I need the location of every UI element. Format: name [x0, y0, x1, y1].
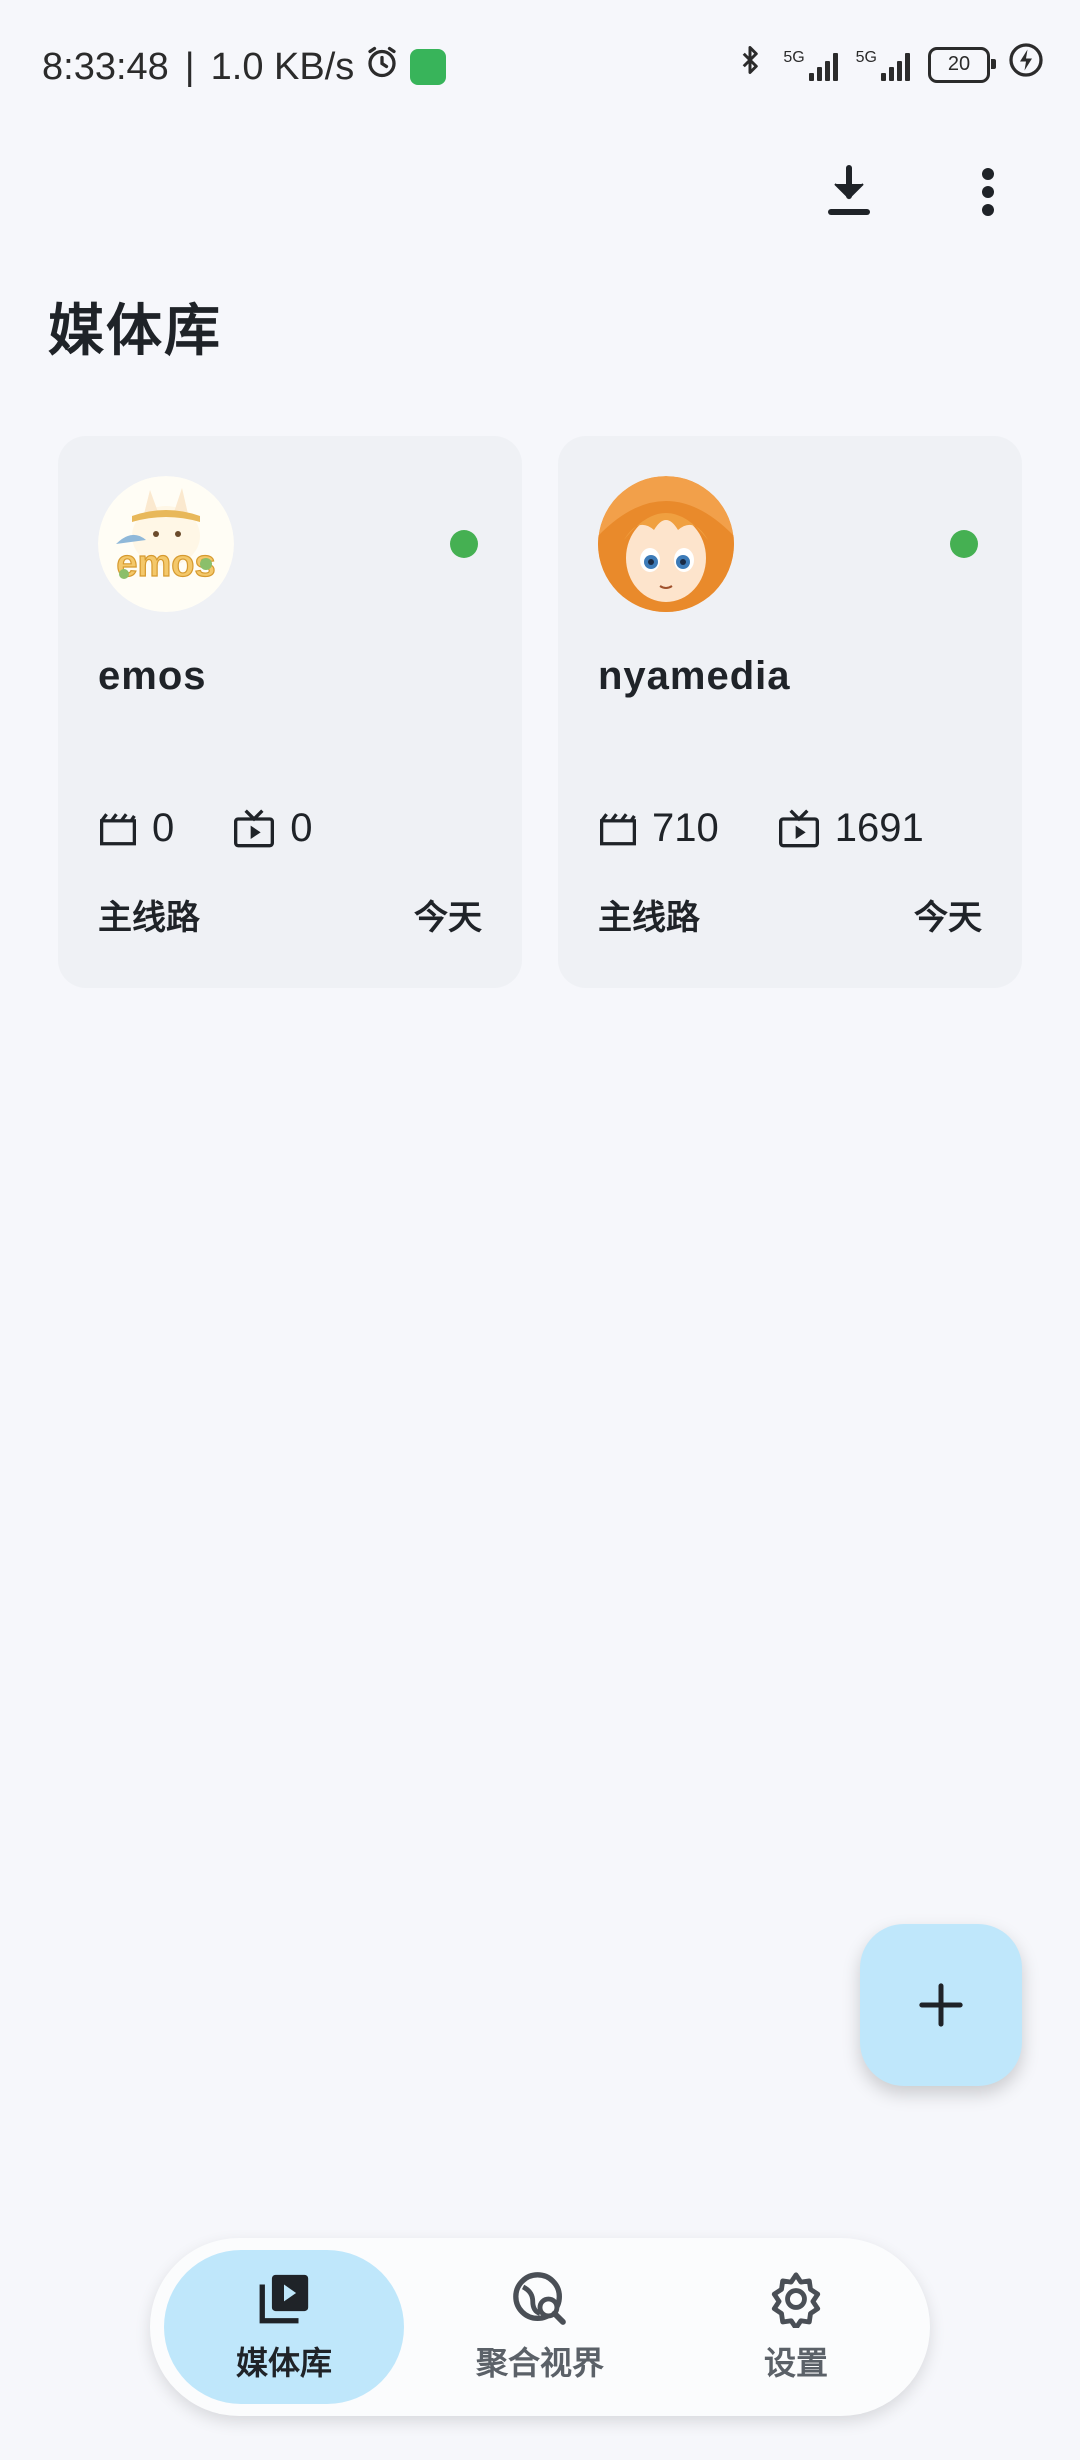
- updated-label: 今天: [914, 899, 982, 937]
- plus-icon: [919, 1983, 963, 2027]
- app-notification-icon: [410, 49, 447, 85]
- nav-item-library[interactable]: 媒体库: [164, 2250, 404, 2404]
- movie-clapper-icon: [100, 812, 136, 845]
- library-icon: [259, 2274, 309, 2324]
- status-separator: |: [184, 45, 195, 88]
- signal-1-icon: [808, 49, 838, 81]
- media-counts: 0 0: [98, 806, 313, 851]
- nav-label-aggregate-view: 聚合视界: [475, 2345, 604, 2381]
- battery-icon: 20: [928, 46, 996, 83]
- network-type-2: 5G: [855, 48, 877, 66]
- download-button[interactable]: [813, 156, 885, 228]
- status-bar-right: 5G 5G 20: [735, 42, 1044, 87]
- online-status-dot: [950, 530, 978, 558]
- tv-series-icon: [234, 808, 275, 847]
- nav-item-settings[interactable]: 设置: [676, 2250, 916, 2404]
- server-card-emos[interactable]: emos emos 0 0 主线路 今天: [58, 436, 522, 988]
- movie-clapper-icon: [600, 812, 636, 845]
- signal-1-group: 5G: [783, 48, 838, 81]
- server-avatar: [598, 476, 734, 612]
- network-speed: 1.0 KB/s: [210, 45, 355, 88]
- signal-2-icon: [881, 49, 910, 81]
- battery-level: 20: [947, 53, 971, 75]
- more-vert-icon: [982, 168, 994, 216]
- add-server-button[interactable]: [860, 1924, 1022, 2086]
- charging-icon: [1008, 42, 1044, 87]
- route-label: 主线路: [598, 899, 700, 937]
- tv-series-icon: [778, 808, 819, 847]
- status-time: 8:33:48: [42, 45, 169, 88]
- more-options-button[interactable]: [952, 156, 1024, 228]
- online-status-dot: [450, 530, 478, 558]
- download-icon: [828, 165, 870, 215]
- nav-label-settings: 设置: [763, 2345, 828, 2381]
- movies-count: 710: [652, 806, 719, 850]
- route-label: 主线路: [98, 899, 200, 937]
- media-counts: 710 1691: [598, 806, 924, 851]
- server-name: nyamedia: [598, 654, 791, 698]
- nav-item-aggregate-view[interactable]: 聚合视界: [420, 2250, 660, 2404]
- globe-search-icon: [513, 2272, 566, 2325]
- series-count: 1691: [834, 806, 924, 850]
- bottom-navigation: 媒体库 聚合视界 设置: [150, 2238, 930, 2416]
- emos-avatar-icon: emos: [98, 476, 234, 612]
- movies-count: 0: [152, 806, 175, 850]
- bluetooth-icon: [735, 42, 765, 87]
- series-count: 0: [290, 806, 313, 850]
- page-title: 媒体库: [48, 299, 222, 362]
- status-bar-left: 8:33:48 | 1.0 KB/s: [42, 44, 447, 90]
- server-avatar: emos: [98, 476, 234, 612]
- signal-2-group: 5G: [856, 49, 910, 81]
- nav-label-library: 媒体库: [235, 2345, 332, 2381]
- anime-girl-avatar-icon: [598, 476, 734, 612]
- alarm-icon: [364, 44, 400, 90]
- server-card-nyamedia[interactable]: nyamedia 710 1691 主线路 今天: [558, 436, 1022, 988]
- gear-icon: [771, 2272, 821, 2328]
- network-type-1: 5G: [783, 48, 805, 66]
- updated-label: 今天: [414, 899, 482, 937]
- server-name: emos: [98, 654, 207, 698]
